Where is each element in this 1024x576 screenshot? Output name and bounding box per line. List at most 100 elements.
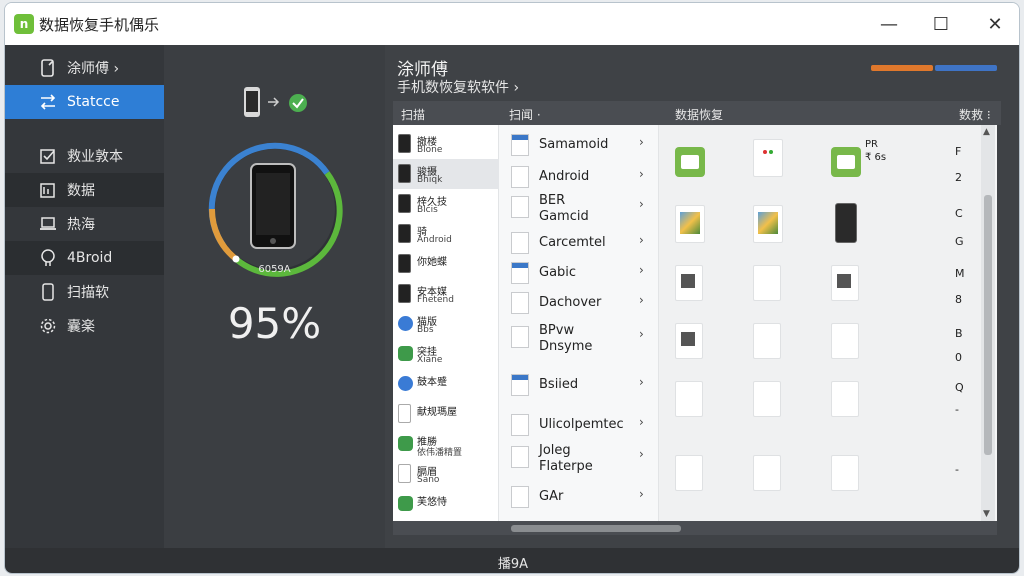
file-icon[interactable] [675,265,703,301]
col-header-scan[interactable]: 扫描 [401,106,425,123]
file-icon[interactable] [753,139,783,177]
minimize-button[interactable]: — [875,11,903,37]
android-icon [39,249,57,267]
app-list-item[interactable]: 推勝 依伟潘精置 [393,429,499,459]
android-file-icon[interactable] [675,147,705,177]
main-panel: 涂师傅 手机数恢复软软件 › 扫描 扫闻 · 数据恢复 数救 ⁝ 撤楼 Blone… [385,45,1019,548]
phone-icon [39,283,57,301]
file-icon[interactable] [831,381,859,417]
app-list-item[interactable]: 献规瑪屋 [393,399,499,429]
col-header-count[interactable]: 数救 ⁝ [959,106,991,123]
status-bar: 播9A [5,548,1019,573]
app-list-item[interactable]: 骏摄 Bhiqk [393,159,499,189]
grid-label: PR [865,139,878,150]
scroll-thumb[interactable] [984,195,992,455]
maximize-button[interactable]: ☐ [927,11,955,37]
file-icon[interactable] [675,323,703,359]
sidebar-item-status[interactable]: Statcce [5,85,164,119]
file-list-item[interactable]: GAr › [499,481,659,511]
file-icon[interactable] [831,265,859,301]
file-name: Ulicolpemtec [539,417,624,432]
chevron-right-icon[interactable]: › [639,167,644,181]
close-button[interactable]: ✕ [981,11,1009,37]
file-icon[interactable] [753,455,781,491]
photo-icon [39,181,57,199]
file-list-item[interactable]: Android › [499,161,659,191]
chevron-right-icon[interactable]: › [639,447,644,461]
sidebar-item-tutorial[interactable]: 救业敦本 [5,139,164,173]
sidebar-item-android[interactable]: 4Broid [5,241,164,275]
app-list-item[interactable]: 安本媒 Fhetend [393,279,499,309]
app-name: 献规瑪屋 [417,407,457,418]
sidebar-item-label: 涂师傅 › [67,61,120,77]
col-header-recovery[interactable]: 数据恢复 [675,106,723,123]
file-list-item[interactable]: Samamoid › [499,129,659,159]
folder-icon [511,232,529,254]
app-blue-icon [398,376,413,391]
app-list-item[interactable]: 梓久技 Blcis [393,189,499,219]
sidebar-item-data[interactable]: 数据 [5,173,164,207]
file-name: Gabic [539,265,577,280]
file-icon[interactable] [675,455,703,491]
android-file-icon[interactable] [831,147,861,177]
file-icon[interactable] [753,323,781,359]
sidebar-item-scan[interactable]: 扫描软 [5,275,164,309]
file-list-item[interactable]: Joleg Flaterpe › [499,441,659,474]
chevron-right-icon[interactable]: › [639,487,644,501]
app-list-item[interactable]: 撤楼 Blone [393,129,499,159]
scroll-down-icon[interactable]: ▼ [983,509,990,519]
count-value: 8 [955,293,962,306]
app-name: 你她蝶 [417,257,447,268]
checkbox-icon [39,147,57,165]
folder-icon [511,486,529,508]
chevron-right-icon[interactable]: › [639,233,644,247]
sidebar-item-label: 救业敦本 [67,149,123,165]
sidebar-item-master[interactable]: 涂师傅 › [5,51,164,85]
vertical-scrollbar[interactable]: ▲ ▼ [981,125,995,521]
scroll-up-icon[interactable]: ▲ [983,127,990,137]
file-name: GAr [539,489,564,504]
file-list-item[interactable]: BPvw Dnsyme › [499,321,659,354]
phone-edit-icon [39,59,57,77]
app-list-item[interactable]: 猫版 Bbs [393,309,499,339]
chevron-right-icon[interactable]: › [639,327,644,341]
file-icon[interactable] [753,265,781,301]
page-subtitle[interactable]: 手机数恢复软软件 › [397,77,519,97]
file-list-item[interactable]: Dachover › [499,287,659,317]
phone-image-icon[interactable] [835,203,857,243]
file-list-item[interactable]: Gabic › [499,257,659,287]
chevron-right-icon[interactable]: › [639,263,644,277]
app-list-item[interactable]: 骑 Android [393,219,499,249]
file-icon[interactable] [675,381,703,417]
file-icon[interactable] [753,381,781,417]
chevron-right-icon[interactable]: › [639,375,644,389]
count-value: - [955,463,959,476]
file-list-item[interactable]: Carcemtel › [499,227,659,257]
app-list-item[interactable]: 膈眉 Sano [393,459,499,489]
chevron-right-icon[interactable]: › [639,197,644,211]
horizontal-scroll-thumb[interactable] [511,525,681,532]
image-file-icon[interactable] [753,205,783,243]
folder-icon [511,414,529,436]
col-header-sort[interactable]: 扫闻 · [509,106,541,123]
folder-icon [511,134,529,156]
horizontal-scrollbar[interactable] [393,521,997,535]
file-list-item[interactable]: Ulicolpemtec › [499,409,659,439]
sidebar-item-hot[interactable]: 热海 [5,207,164,241]
app-list-item[interactable]: 你她蝶 [393,249,499,279]
chevron-right-icon[interactable]: › [639,415,644,429]
app-list-item[interactable]: 鼓本蹙 [393,369,499,399]
file-icon[interactable] [831,455,859,491]
chevron-right-icon[interactable]: › [639,135,644,149]
laptop-icon [39,215,57,233]
app-list-item[interactable]: 芙悠恃 [393,489,499,519]
file-name: BER [539,193,566,208]
sidebar-item-settings[interactable]: 囊楽 [5,309,164,343]
file-icon[interactable] [831,323,859,359]
file-list-item[interactable]: Bsiied › [499,369,659,399]
app-subtitle: Bhiqk [417,175,443,185]
app-list-item[interactable]: 突挂 Xiane [393,339,499,369]
file-list-item[interactable]: BER Gamcid › [499,191,659,224]
image-file-icon[interactable] [675,205,705,243]
chevron-right-icon[interactable]: › [639,293,644,307]
